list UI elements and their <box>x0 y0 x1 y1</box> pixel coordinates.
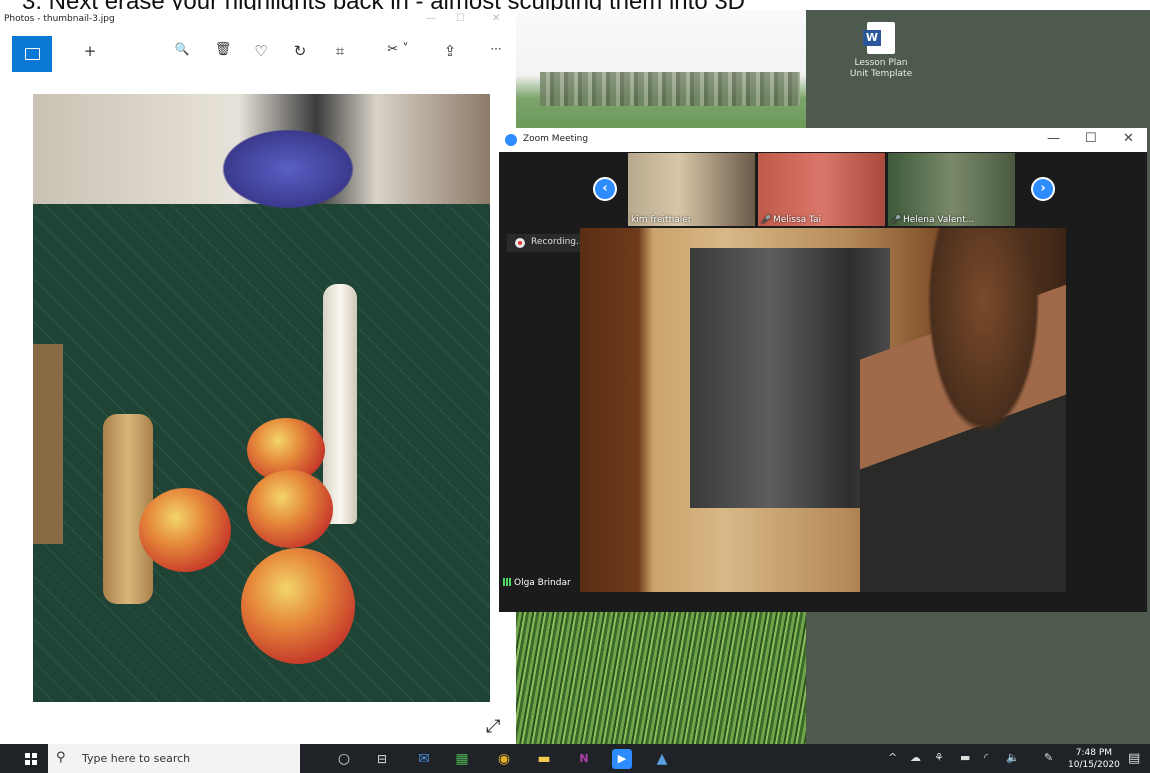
desktop-wallpaper-grass <box>516 612 806 744</box>
share-icon[interactable]: ⇪ <box>438 42 462 60</box>
resize-icon[interactable]: ⤢ <box>486 716 500 737</box>
zoom-logo-icon <box>505 134 517 146</box>
delete-icon[interactable]: 🗑 <box>211 42 235 57</box>
rotate-icon[interactable]: ↻ <box>288 42 312 60</box>
active-speaker-label: Olga Brindar <box>503 578 571 588</box>
photo-vase <box>323 284 357 524</box>
zoom-title-bar[interactable]: Zoom Meeting — ☐ ✕ <box>499 128 1147 152</box>
clock-time: 7:48 PM <box>1075 748 1113 758</box>
video-artist <box>860 228 1066 592</box>
battery-icon[interactable]: ▬ <box>960 751 970 764</box>
cortana-icon[interactable]: ○ <box>334 749 354 769</box>
clock-date: 10/15/2020 <box>1068 760 1120 770</box>
participant-thumbnail[interactable]: kim freithaler <box>628 153 755 226</box>
desktop-wallpaper-sky <box>516 10 806 128</box>
participant-name: 🎤 Melissa Tai <box>761 215 822 225</box>
file-explorer-icon[interactable]: ▬ <box>534 749 554 769</box>
taskbar: ⚲ Type here to search ○ ⊟ ✉ ▦ ◉ ▬ N ▶ ▲ … <box>0 744 1150 773</box>
zoom-meeting-window: Zoom Meeting — ☐ ✕ ‹ kim freithaler 🎤 Mel… <box>499 128 1147 612</box>
mail-app-icon[interactable]: ✉ <box>414 749 434 769</box>
pen-workspace-icon[interactable]: ✎ <box>1044 751 1053 764</box>
muted-mic-icon: 🎤 <box>891 215 901 224</box>
word-document-icon: W <box>863 22 895 54</box>
signal-strength-icon <box>503 578 511 586</box>
onedrive-icon[interactable]: ☁ <box>910 751 921 764</box>
photo-apple <box>241 548 355 664</box>
desktop-icon-label: Lesson Plan Unit Template <box>849 58 913 79</box>
maximize-icon[interactable]: ☐ <box>1085 131 1097 146</box>
search-icon: ⚲ <box>56 750 66 765</box>
record-icon <box>515 238 525 248</box>
search-placeholder: Type here to search <box>82 752 191 765</box>
add-icon[interactable]: + <box>78 42 102 60</box>
photos-window-title: Photos - thumbnail-3.jpg <box>4 14 115 24</box>
muted-mic-icon: 🎤 <box>761 215 771 224</box>
photo-iris-flower <box>213 124 363 214</box>
previous-page-icon[interactable]: ‹ <box>593 177 617 201</box>
recording-label: Recording... <box>531 237 585 247</box>
photos-window: Photos - thumbnail-3.jpg — ☐ ✕ + 🔍 🗑 ♡ ↻… <box>0 10 516 744</box>
minimize-icon[interactable]: — <box>426 13 436 24</box>
calculator-app-icon[interactable]: ▦ <box>452 749 472 769</box>
network-share-icon[interactable]: ⚘ <box>934 751 944 764</box>
photos-app-icon[interactable]: ▲ <box>652 749 672 769</box>
view-image-button[interactable] <box>12 36 52 72</box>
chrome-app-icon[interactable]: ◉ <box>494 749 514 769</box>
zoom-window-title: Zoom Meeting <box>523 134 589 144</box>
close-icon[interactable]: ✕ <box>492 13 500 24</box>
participant-thumbnail[interactable]: 🎤 Helena Valent... <box>888 153 1015 226</box>
crop-icon[interactable]: ⌗ <box>328 42 352 60</box>
active-speaker-video[interactable] <box>580 228 1066 592</box>
participant-thumbnail[interactable]: 🎤 Melissa Tai <box>758 153 885 226</box>
photo-still-life <box>33 94 490 702</box>
photos-toolbar: + 🔍 🗑 ♡ ↻ ⌗ ✂ ˅ ⇪ ··· <box>0 32 516 76</box>
wifi-icon[interactable]: ◜ <box>984 751 988 764</box>
notifications-icon[interactable]: ▤ <box>1128 751 1140 766</box>
photos-title-bar[interactable]: Photos - thumbnail-3.jpg — ☐ ✕ <box>0 10 516 32</box>
participant-name: kim freithaler <box>631 215 692 225</box>
close-icon[interactable]: ✕ <box>1123 131 1134 146</box>
photo-apple <box>139 488 231 572</box>
desktop-wallpaper-trees <box>540 72 800 106</box>
photo-floor <box>33 344 63 544</box>
volume-icon[interactable]: 🔈 <box>1006 751 1020 764</box>
photo-apple <box>247 470 333 548</box>
minimize-icon[interactable]: — <box>1047 131 1060 146</box>
zoom-icon[interactable]: 🔍 <box>170 42 194 56</box>
show-hidden-icons-icon[interactable]: ^ <box>888 751 897 764</box>
windows-start-icon[interactable] <box>25 753 37 765</box>
favorite-icon[interactable]: ♡ <box>249 42 273 60</box>
onenote-app-icon[interactable]: N <box>574 749 594 769</box>
participant-name: 🎤 Helena Valent... <box>891 215 975 225</box>
next-page-icon[interactable]: › <box>1031 177 1055 201</box>
desktop-icon-lesson-plan[interactable]: W Lesson Plan Unit Template <box>836 22 926 80</box>
image-icon <box>25 48 40 60</box>
system-clock[interactable]: 7:48 PM 10/15/2020 <box>1068 747 1120 771</box>
zoom-app-icon[interactable]: ▶ <box>612 749 632 769</box>
maximize-icon[interactable]: ☐ <box>456 13 465 24</box>
taskbar-search[interactable]: ⚲ Type here to search <box>48 744 300 773</box>
edit-create-icon[interactable]: ✂ ˅ <box>378 42 418 57</box>
task-view-icon[interactable]: ⊟ <box>372 749 392 769</box>
more-options-icon[interactable]: ··· <box>484 42 508 56</box>
